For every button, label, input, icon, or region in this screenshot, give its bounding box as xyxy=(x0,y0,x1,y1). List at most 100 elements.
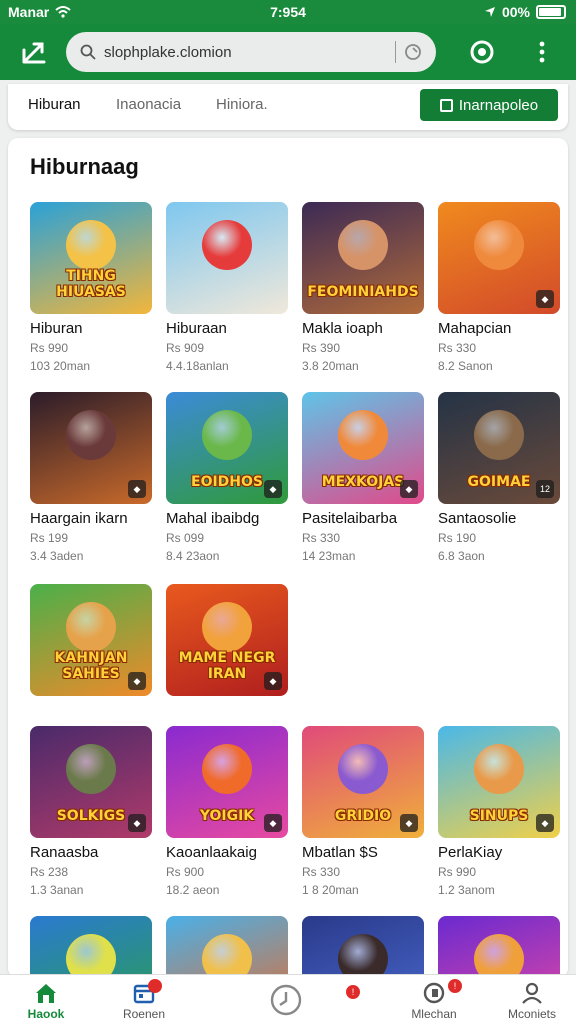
game-thumbnail[interactable]: GOIMAE 12 xyxy=(438,392,560,504)
game-thumbnail[interactable]: SONIRKS xyxy=(166,916,288,978)
nav-home-label: Haook xyxy=(27,1007,65,1021)
game-mascot xyxy=(338,934,388,978)
game-card[interactable]: GRIDIO ◆ Mbatlan $S Rs 330 1 8 20man xyxy=(302,726,424,897)
nav-games[interactable]: ! Mlechan xyxy=(394,979,474,1021)
battery-icon xyxy=(536,5,566,19)
game-title[interactable]: Santaosolie xyxy=(438,510,560,527)
game-badge-icon: ◆ xyxy=(536,290,554,308)
game-downloads: 4.4.18anlan xyxy=(166,359,229,373)
game-title[interactable]: PerlaKiay xyxy=(438,844,560,861)
cta-button[interactable]: Inarnapoleo xyxy=(420,89,558,121)
game-thumbnail[interactable] xyxy=(166,202,288,314)
game-card[interactable]: YOIGIK ◆ Kaoanlaakaig Rs 900 18.2 aeon xyxy=(166,726,288,897)
game-downloads: 18.2 aeon xyxy=(166,883,220,897)
games-badge: ! xyxy=(448,979,462,993)
game-badge-icon: ◆ xyxy=(264,480,282,498)
game-price: Rs 099 xyxy=(166,531,205,545)
game-title[interactable]: Makla ioaph xyxy=(302,320,424,337)
game-mascot xyxy=(202,744,252,794)
nav-account[interactable]: Mconiets xyxy=(492,979,572,1021)
account-icon xyxy=(522,982,542,1004)
game-price: Rs 330 xyxy=(302,531,341,545)
game-badge-icon: ◆ xyxy=(536,814,554,832)
game-card[interactable]: SINUPS ◆ PerlaKiay Rs 990 1.2 3anom xyxy=(438,726,560,897)
search-icon xyxy=(80,44,96,60)
game-card[interactable]: MAME NEGR IRAN ◆ xyxy=(166,584,288,696)
game-downloads: 14 23man xyxy=(302,549,356,563)
game-title[interactable]: Kaoanlaakaig xyxy=(166,844,288,861)
tab-hiburan[interactable]: Hiburan xyxy=(28,96,81,113)
search-input[interactable] xyxy=(104,43,387,61)
game-mascot xyxy=(202,410,252,460)
tab-inaonacia[interactable]: Inaonacia xyxy=(116,96,181,113)
game-title[interactable]: Haargain ikarn xyxy=(30,510,152,527)
game-card[interactable]: GOIMAE 12 Santaosolie Rs 190 6.8 3aon xyxy=(438,392,560,563)
nav-clock[interactable] xyxy=(246,979,326,1019)
game-price: Rs 990 xyxy=(438,865,477,879)
game-card[interactable]: TOMICBF xyxy=(438,916,560,978)
game-card[interactable]: EOIDHOS ◆ Mahal ibaibdg Rs 099 8.4 23aon xyxy=(166,392,288,563)
game-card[interactable]: FEOMINIAHDS Makla ioaph Rs 390 3.8 20man xyxy=(302,202,424,373)
game-downloads: 8.2 Sanon xyxy=(438,359,493,373)
game-title[interactable]: Mbatlan $S xyxy=(302,844,424,861)
camera-search-icon[interactable] xyxy=(404,43,422,61)
game-price: Rs 330 xyxy=(302,865,341,879)
category-tabs: Hiburan Inaonacia Hiniora. Inarnapoleo xyxy=(8,84,568,130)
game-card[interactable]: Hiburaan Rs 909 4.4.18anlan xyxy=(166,202,288,373)
gallery-icon xyxy=(439,98,453,112)
game-downloads: 8.4 23aon xyxy=(166,549,220,563)
game-thumbnail[interactable]: TOMICBF xyxy=(438,916,560,978)
game-thumbnail[interactable]: ◆ xyxy=(30,392,152,504)
game-thumbnail[interactable]: MEXKOJAS ◆ xyxy=(302,392,424,504)
game-mascot xyxy=(338,220,388,270)
game-card[interactable]: GAME xyxy=(30,916,152,978)
game-title[interactable]: Pasitelaibarba xyxy=(302,510,424,527)
game-card[interactable]: MEXKOJAS ◆ Pasitelaibarba Rs 330 14 23man xyxy=(302,392,424,563)
game-mascot xyxy=(474,934,524,978)
game-title[interactable]: Mahapcian xyxy=(438,320,560,337)
game-thumbnail[interactable]: MAME NEGR IRAN ◆ xyxy=(166,584,288,696)
game-thumbnail[interactable]: TIHNG HIUASAS xyxy=(30,202,152,314)
game-thumbnail[interactable]: ◆ xyxy=(438,202,560,314)
game-card[interactable]: ◆ Mahapcian Rs 330 8.2 Sanon xyxy=(438,202,560,373)
game-thumbnail[interactable] xyxy=(302,916,424,978)
nav-home[interactable]: Haook xyxy=(6,979,86,1021)
game-thumbnail[interactable]: SOLKIGS ◆ xyxy=(30,726,152,838)
game-thumbnail[interactable]: GRIDIO ◆ xyxy=(302,726,424,838)
game-mascot xyxy=(338,744,388,794)
game-card[interactable]: SONIRKS xyxy=(166,916,288,978)
nav-calendar[interactable]: Roenen xyxy=(104,979,184,1021)
game-card[interactable]: TIHNG HIUASAS Hiburan Rs 990 103 20man xyxy=(30,202,152,373)
game-thumbnail[interactable]: GAME xyxy=(30,916,152,978)
game-logo-text: TIHNG HIUASAS xyxy=(56,268,126,300)
game-title[interactable]: Hiburan xyxy=(30,320,152,337)
game-thumbnail[interactable]: SINUPS ◆ xyxy=(438,726,560,838)
nav-games-label: Mlechan xyxy=(411,1007,457,1021)
game-thumbnail[interactable]: FEOMINIAHDS xyxy=(302,202,424,314)
game-card[interactable]: KAHNJAN SAHIES ◆ xyxy=(30,584,152,696)
nav-account-label: Mconiets xyxy=(507,1007,557,1021)
game-badge-icon: ◆ xyxy=(264,814,282,832)
game-thumbnail[interactable]: EOIDHOS ◆ xyxy=(166,392,288,504)
back-icon[interactable] xyxy=(20,38,50,66)
game-card[interactable] xyxy=(302,916,424,978)
game-mascot xyxy=(338,410,388,460)
game-card[interactable]: SOLKIGS ◆ Ranaasba Rs 238 1.3 3anan xyxy=(30,726,152,897)
game-price: Rs 390 xyxy=(302,341,341,355)
game-downloads: 1.2 3anom xyxy=(438,883,495,897)
home-icon xyxy=(36,984,56,1003)
game-logo-text: FEOMINIAHDS xyxy=(307,283,419,300)
game-card[interactable]: ◆ Haargain ikarn Rs 199 3.4 3aden xyxy=(30,392,152,563)
game-title[interactable]: Hiburaan xyxy=(166,320,288,337)
game-title[interactable]: Mahal ibaibdg xyxy=(166,510,288,527)
game-price: Rs 330 xyxy=(438,341,477,355)
more-options-icon[interactable] xyxy=(532,40,552,64)
game-price: Rs 199 xyxy=(30,531,69,545)
game-thumbnail[interactable]: KAHNJAN SAHIES ◆ xyxy=(30,584,152,696)
game-price: Rs 238 xyxy=(30,865,69,879)
game-title[interactable]: Ranaasba xyxy=(30,844,152,861)
game-thumbnail[interactable]: YOIGIK ◆ xyxy=(166,726,288,838)
profile-icon[interactable] xyxy=(470,40,494,64)
search-bar[interactable] xyxy=(66,32,436,72)
tab-hiniora[interactable]: Hiniora. xyxy=(216,96,268,113)
